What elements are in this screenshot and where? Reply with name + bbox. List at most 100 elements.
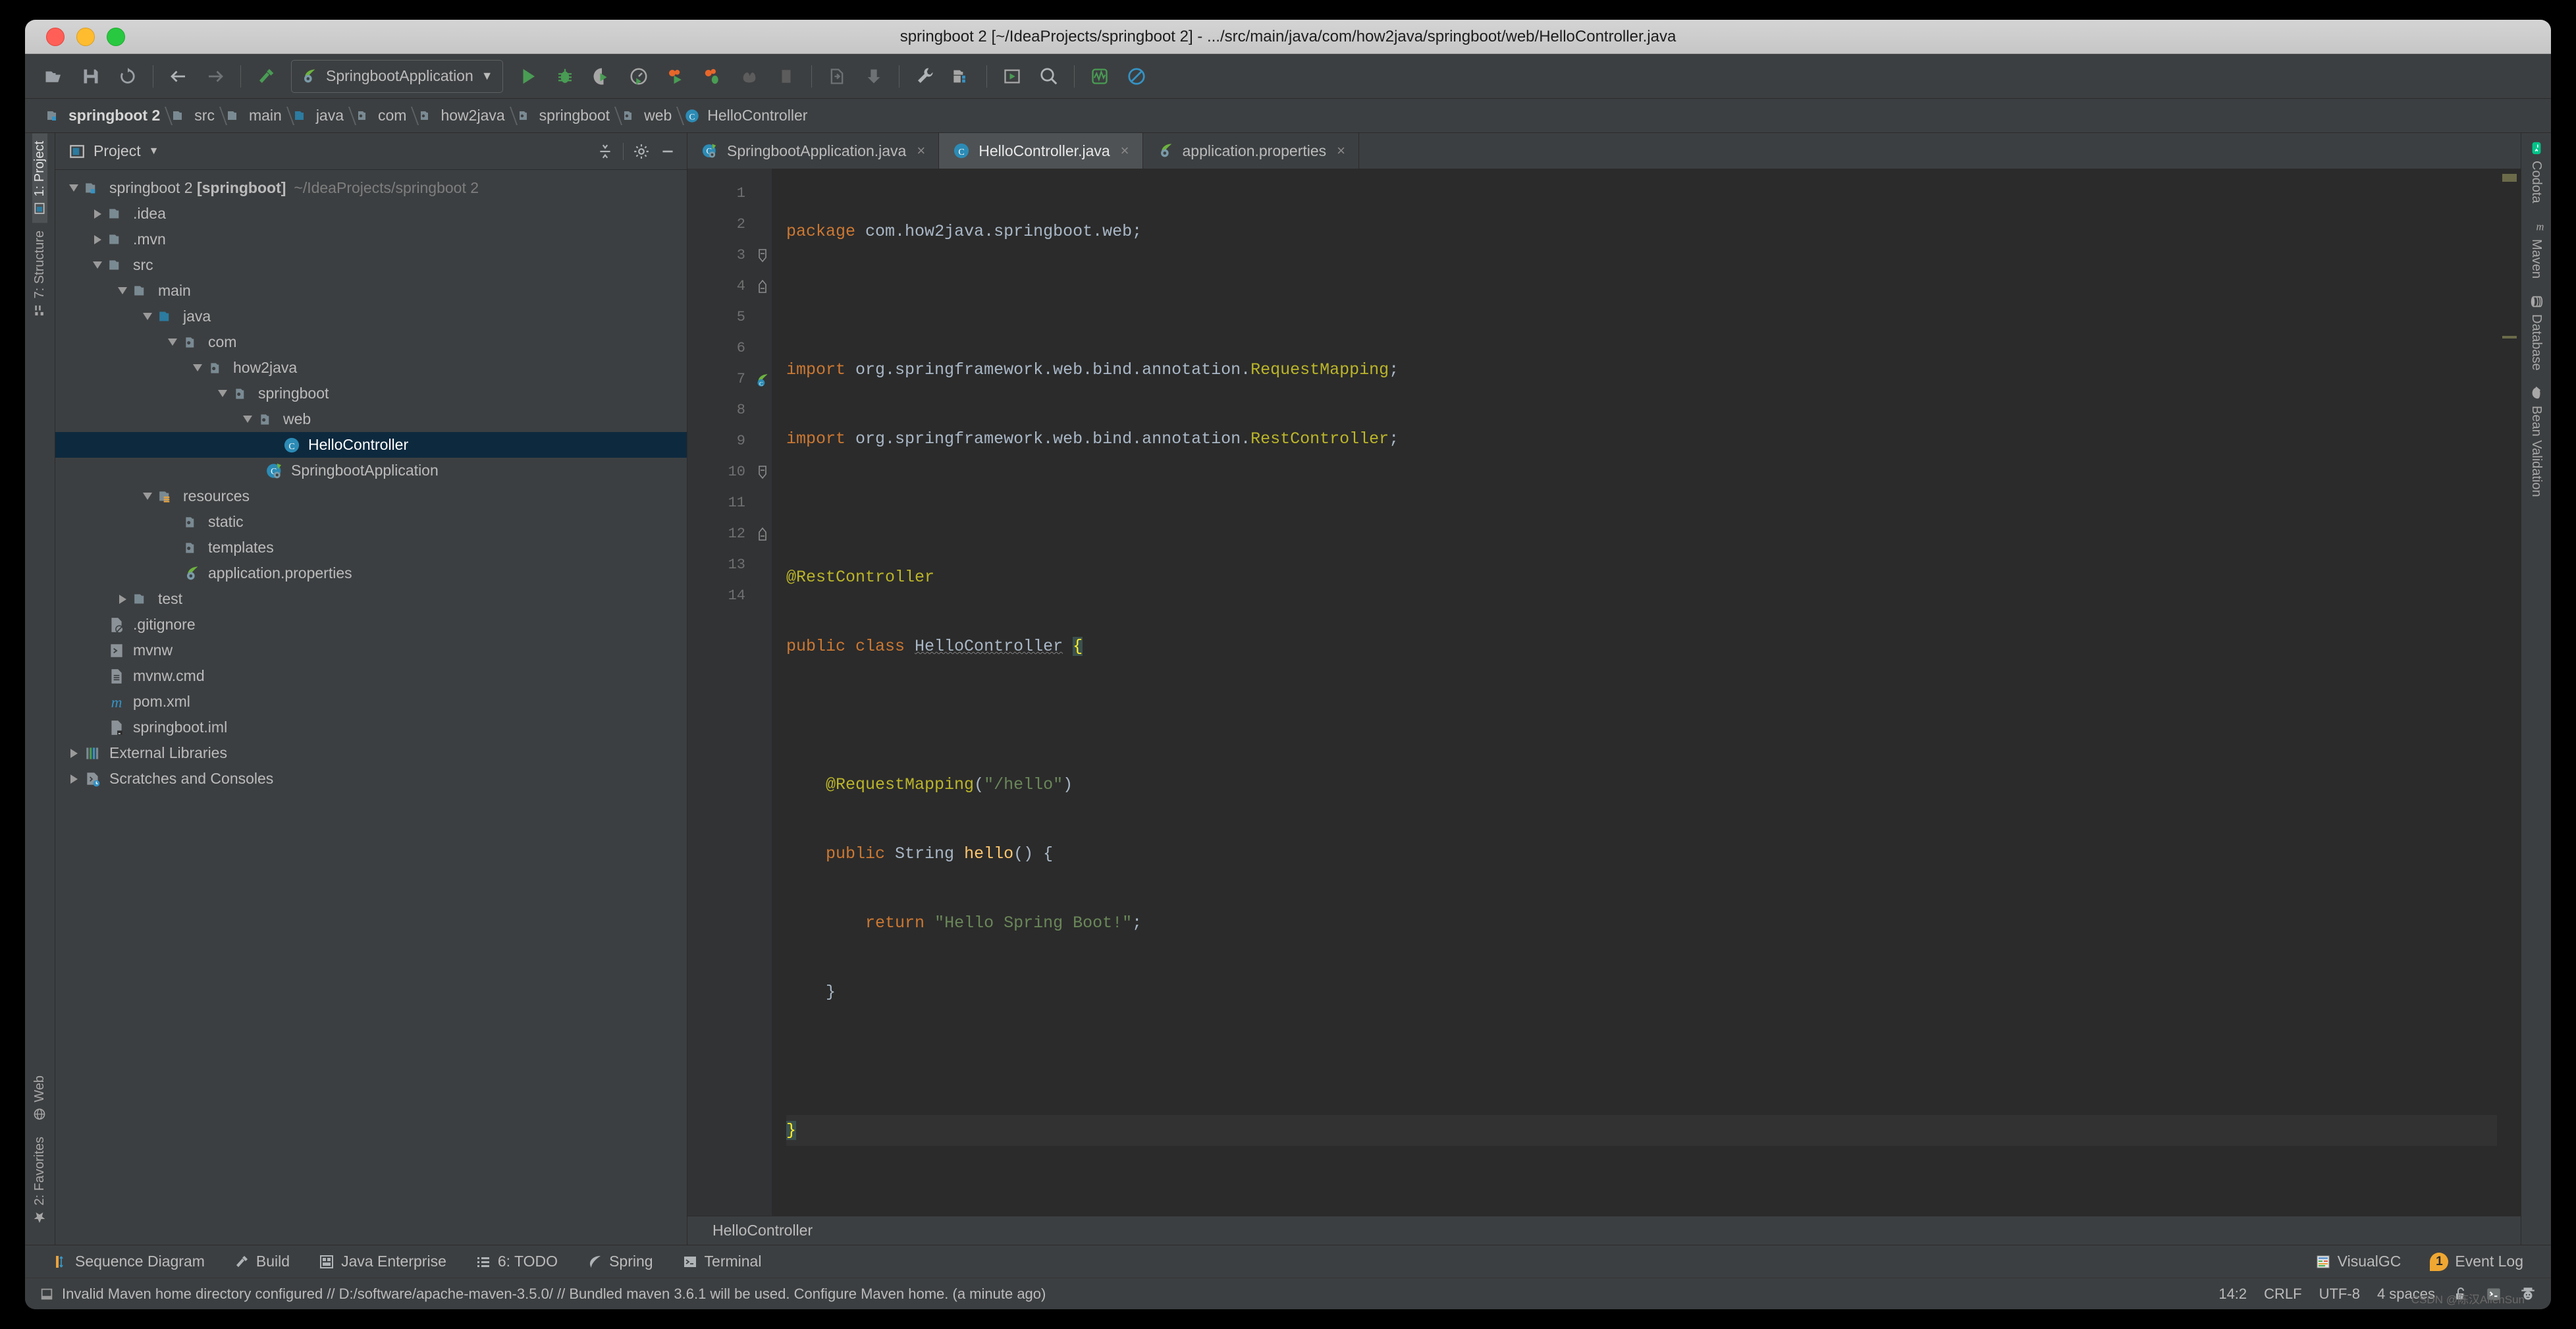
back-arrow-icon[interactable] <box>160 58 197 95</box>
tree-item-hellocontroller[interactable]: C HelloController <box>55 432 687 458</box>
tool-window-todo[interactable]: 6: TODO <box>461 1253 572 1270</box>
editor-tab-springbootapplication[interactable]: C SpringbootApplication.java × <box>687 133 940 169</box>
breadcrumb-item-project[interactable]: springboot 2 <box>43 99 169 133</box>
run-icon[interactable] <box>510 58 547 95</box>
fold-region-method-end[interactable] <box>753 518 772 549</box>
twisty-right-icon[interactable] <box>88 209 107 219</box>
open-folder-icon[interactable] <box>36 58 72 95</box>
file-encoding[interactable]: UTF-8 <box>2319 1286 2360 1303</box>
profile-icon[interactable] <box>620 58 657 95</box>
build-hammer-icon[interactable] <box>248 58 284 95</box>
breadcrumb-item-src[interactable]: src <box>169 99 224 133</box>
settings-gear-icon[interactable] <box>633 143 650 160</box>
save-icon[interactable] <box>72 58 109 95</box>
twisty-right-icon[interactable] <box>65 774 83 784</box>
sidebar-item-web[interactable]: Web <box>32 1068 47 1129</box>
sync-icon[interactable] <box>109 58 146 95</box>
caret-position[interactable]: 14:2 <box>2218 1286 2247 1303</box>
project-tree[interactable]: springboot 2 [springboot] ~/IdeaProjects… <box>55 170 687 1245</box>
breadcrumb-item-java[interactable]: java <box>291 99 353 133</box>
editor-scrollbar[interactable] <box>2497 169 2521 1216</box>
debug-icon[interactable] <box>547 58 583 95</box>
tree-item-springboot-pkg[interactable]: springboot <box>55 381 687 406</box>
tool-window-spring[interactable]: Spring <box>572 1253 667 1270</box>
line-separator[interactable]: CRLF <box>2264 1286 2301 1303</box>
twisty-down-icon[interactable] <box>88 261 107 269</box>
breadcrumb-item-springboot[interactable]: springboot <box>514 99 619 133</box>
code-content[interactable]: package com.how2java.springboot.web; imp… <box>772 169 2497 1216</box>
run-coverage-icon[interactable] <box>583 58 620 95</box>
close-icon[interactable]: × <box>1121 142 1129 159</box>
visualgc-icon[interactable] <box>1081 58 1118 95</box>
project-structure-icon[interactable] <box>943 58 980 95</box>
tree-item-main[interactable]: main <box>55 278 687 304</box>
twisty-down-icon[interactable] <box>238 416 257 423</box>
fold-region-imports[interactable] <box>753 240 772 271</box>
tree-item-mvnw[interactable]: mvnw <box>55 637 687 663</box>
tree-item-mvn[interactable]: .mvn <box>55 227 687 252</box>
close-icon[interactable]: × <box>917 142 925 159</box>
twisty-down-icon[interactable] <box>65 184 83 192</box>
spring-debug-icon[interactable] <box>694 58 731 95</box>
tree-item-java[interactable]: java <box>55 304 687 329</box>
twisty-down-icon[interactable] <box>138 313 157 320</box>
no-entry-icon[interactable] <box>1118 58 1155 95</box>
twisty-down-icon[interactable] <box>213 390 232 397</box>
tree-item-web[interactable]: web <box>55 406 687 432</box>
run-anything-icon[interactable] <box>994 58 1031 95</box>
tool-window-visualgc[interactable]: VisualGC <box>2301 1253 2416 1270</box>
tree-item-external-libraries[interactable]: External Libraries <box>55 740 687 766</box>
breadcrumb-item-com[interactable]: com <box>353 99 416 133</box>
tree-item-springbootiml[interactable]: springboot.iml <box>55 715 687 740</box>
tree-item-how2java[interactable]: how2java <box>55 355 687 381</box>
tree-item-templates[interactable]: templates <box>55 535 687 560</box>
sidebar-item-codota[interactable]: Codota <box>2521 133 2551 211</box>
fold-gutter[interactable] <box>753 169 772 1216</box>
chevron-down-icon[interactable]: ▼ <box>481 69 493 83</box>
twisty-down-icon[interactable] <box>138 493 157 500</box>
tree-item-gitignore[interactable]: .gitignore <box>55 612 687 637</box>
tree-item-springboot2[interactable]: springboot 2 [springboot] ~/IdeaProjects… <box>55 175 687 201</box>
collapse-all-icon[interactable] <box>597 143 614 160</box>
sidebar-item-project[interactable]: 1: Project <box>32 133 47 223</box>
breadcrumb-item-web[interactable]: web <box>619 99 681 133</box>
tool-window-sequence-diagram[interactable]: Sequence Diagram <box>38 1253 219 1270</box>
tree-item-idea[interactable]: .idea <box>55 201 687 227</box>
tool-window-event-log[interactable]: 1 Event Log <box>2415 1252 2538 1271</box>
twisty-down-icon[interactable] <box>163 339 182 346</box>
tree-item-src[interactable]: src <box>55 252 687 278</box>
sidebar-item-favorites[interactable]: 2: Favorites <box>32 1129 47 1232</box>
twisty-down-icon[interactable] <box>113 287 132 294</box>
tree-item-springbootapplication[interactable]: C SpringbootApplication <box>55 458 687 483</box>
run-configuration-selector[interactable]: SpringbootApplication ▼ <box>291 59 503 93</box>
close-icon[interactable]: × <box>1337 142 1345 159</box>
tree-item-com[interactable]: com <box>55 329 687 355</box>
forward-arrow-icon[interactable] <box>197 58 234 95</box>
twisty-right-icon[interactable] <box>65 748 83 758</box>
chevron-down-icon[interactable]: ▼ <box>149 146 159 157</box>
breadcrumb-item-main[interactable]: main <box>224 99 291 133</box>
tree-item-application-properties[interactable]: application.properties <box>55 560 687 586</box>
breadcrumb-item-how2java[interactable]: how2java <box>416 99 514 133</box>
code-editor[interactable]: 1 2 3 4 5 6 7 C 8 9 10 11 12 13 14 packa… <box>687 169 2521 1216</box>
warning-stripe-mark[interactable] <box>2502 336 2517 339</box>
editor-tab-application-properties[interactable]: application.properties × <box>1143 133 1360 169</box>
sidebar-item-maven[interactable]: m Maven <box>2521 211 2551 286</box>
twisty-down-icon[interactable] <box>188 364 207 371</box>
tree-item-static[interactable]: static <box>55 509 687 535</box>
tree-item-mvnwcmd[interactable]: mvnw.cmd <box>55 663 687 689</box>
fold-region-method[interactable] <box>753 456 772 487</box>
sidebar-item-database[interactable]: Database <box>2521 286 2551 379</box>
breadcrumb-item-hellocontroller[interactable]: C HelloController <box>681 99 817 133</box>
spring-run-icon[interactable] <box>657 58 694 95</box>
tree-item-scratches[interactable]: Scratches and Consoles <box>55 766 687 792</box>
twisty-right-icon[interactable] <box>88 234 107 244</box>
search-icon[interactable] <box>1031 58 1067 95</box>
tool-window-terminal[interactable]: Terminal <box>668 1253 776 1270</box>
tree-item-resources[interactable]: resources <box>55 483 687 509</box>
fold-region-imports-end[interactable] <box>753 271 772 302</box>
hide-panel-icon[interactable] <box>659 143 676 160</box>
status-message[interactable]: Invalid Maven home directory configured … <box>62 1286 1046 1303</box>
spring-bean-gutter-icon[interactable]: C <box>753 370 770 387</box>
tree-item-test[interactable]: test <box>55 586 687 612</box>
